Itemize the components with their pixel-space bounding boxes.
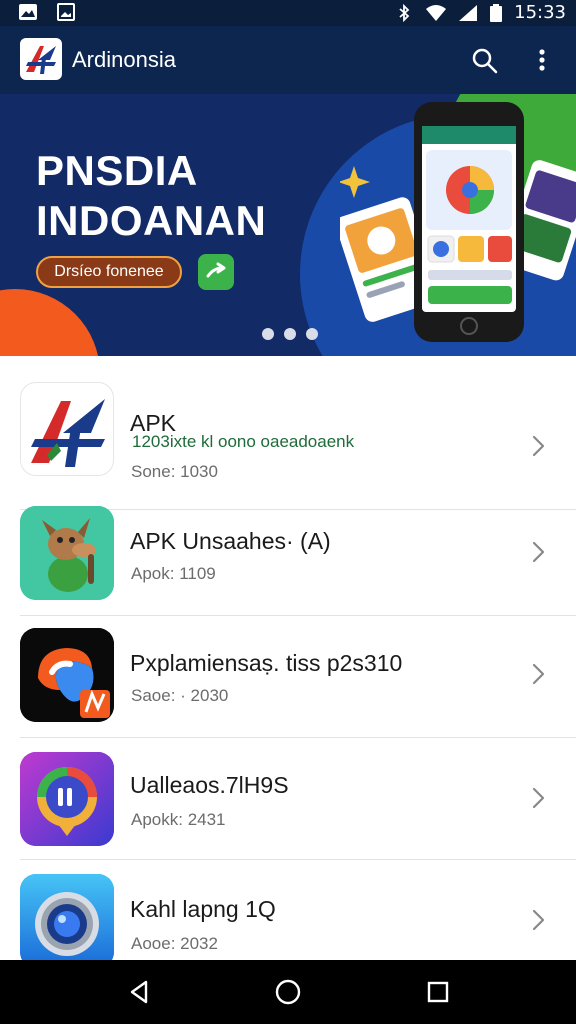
chevron-right-icon: [532, 541, 545, 563]
banner-title: PNSDIA INDOANAN: [36, 146, 266, 246]
image-icon: [57, 3, 75, 21]
app-name: Ualleaos.7lH9S: [130, 772, 289, 798]
status-time: 15:33: [514, 2, 566, 23]
banner-orange-shape: [0, 289, 100, 356]
ap-logo-icon: [20, 382, 114, 476]
app-title: Ardinonsia: [72, 47, 176, 72]
app-list-item[interactable]: Kahl lapng 1Q Aooe: 2032: [0, 860, 576, 960]
app-logo-icon: [20, 38, 62, 80]
app-name: APK Unsaahes· (A): [130, 528, 331, 554]
bluetooth-icon: [399, 3, 410, 22]
app-subtitle: 1203ixte kl oono oaeadoaenk: [132, 432, 355, 451]
gallery-icon: [19, 4, 37, 20]
phone-illustration: [340, 102, 576, 342]
app-list: APK 1203ixte kl oono oaeadoaenk Sone: 10…: [0, 356, 576, 960]
app-bar: Ardinonsia: [0, 26, 576, 94]
n-swirl-icon: [20, 628, 114, 722]
chevron-right-icon: [532, 435, 545, 457]
app-name: Kahl lapng 1Q: [130, 896, 276, 922]
banner-title-line1: PNSDIA: [36, 147, 198, 194]
chevron-right-icon: [532, 909, 545, 931]
camera-lens-icon: [20, 874, 114, 960]
chevron-right-icon: [532, 663, 545, 685]
app-list-item[interactable]: Pxplamiensaṣ. tiss p2s310 Saoe: · 2030: [0, 616, 576, 738]
chat-bubble-icon: [20, 752, 114, 846]
dog-character-icon: [20, 506, 114, 600]
search-icon[interactable]: [470, 46, 498, 74]
app-meta: Apokk: 2431: [131, 810, 226, 829]
pagination-dot[interactable]: [262, 328, 274, 340]
app-meta: Aooe: 2032: [131, 934, 218, 953]
home-icon[interactable]: [274, 978, 302, 1006]
app-name: Pxplamiensaṣ. tiss p2s310: [130, 650, 403, 676]
app-meta: Apok: 1109: [131, 564, 216, 583]
app-list-item[interactable]: APK 1203ixte kl oono oaeadoaenk Sone: 10…: [0, 372, 576, 510]
app-list-item[interactable]: APK Unsaahes· (A) Apok: 1109: [0, 494, 576, 616]
banner-title-line2: INDOANAN: [36, 197, 267, 244]
app-list-item[interactable]: Ualleaos.7lH9S Apokk: 2431: [0, 738, 576, 860]
more-vert-icon[interactable]: [530, 46, 554, 74]
app-meta: Saoe: · 2030: [131, 686, 229, 705]
banner-cta-button[interactable]: Drsíeo fonenee: [36, 256, 182, 288]
battery-icon: [490, 3, 503, 22]
promo-banner[interactable]: PNSDIA INDOANAN Drsíeo fonenee: [0, 94, 576, 356]
banner-pagination[interactable]: [262, 328, 318, 340]
app-meta: Sone: 1030: [131, 462, 218, 481]
chevron-right-icon: [532, 787, 545, 809]
pagination-dot[interactable]: [306, 328, 318, 340]
arrow-forward-icon[interactable]: [198, 254, 234, 290]
signal-icon: [459, 4, 478, 21]
system-nav-bar: [0, 960, 576, 1024]
wifi-icon: [426, 4, 447, 21]
status-bar: 15:33: [0, 0, 576, 26]
back-icon[interactable]: [126, 978, 154, 1006]
recents-icon[interactable]: [424, 978, 452, 1006]
pagination-dot[interactable]: [284, 328, 296, 340]
